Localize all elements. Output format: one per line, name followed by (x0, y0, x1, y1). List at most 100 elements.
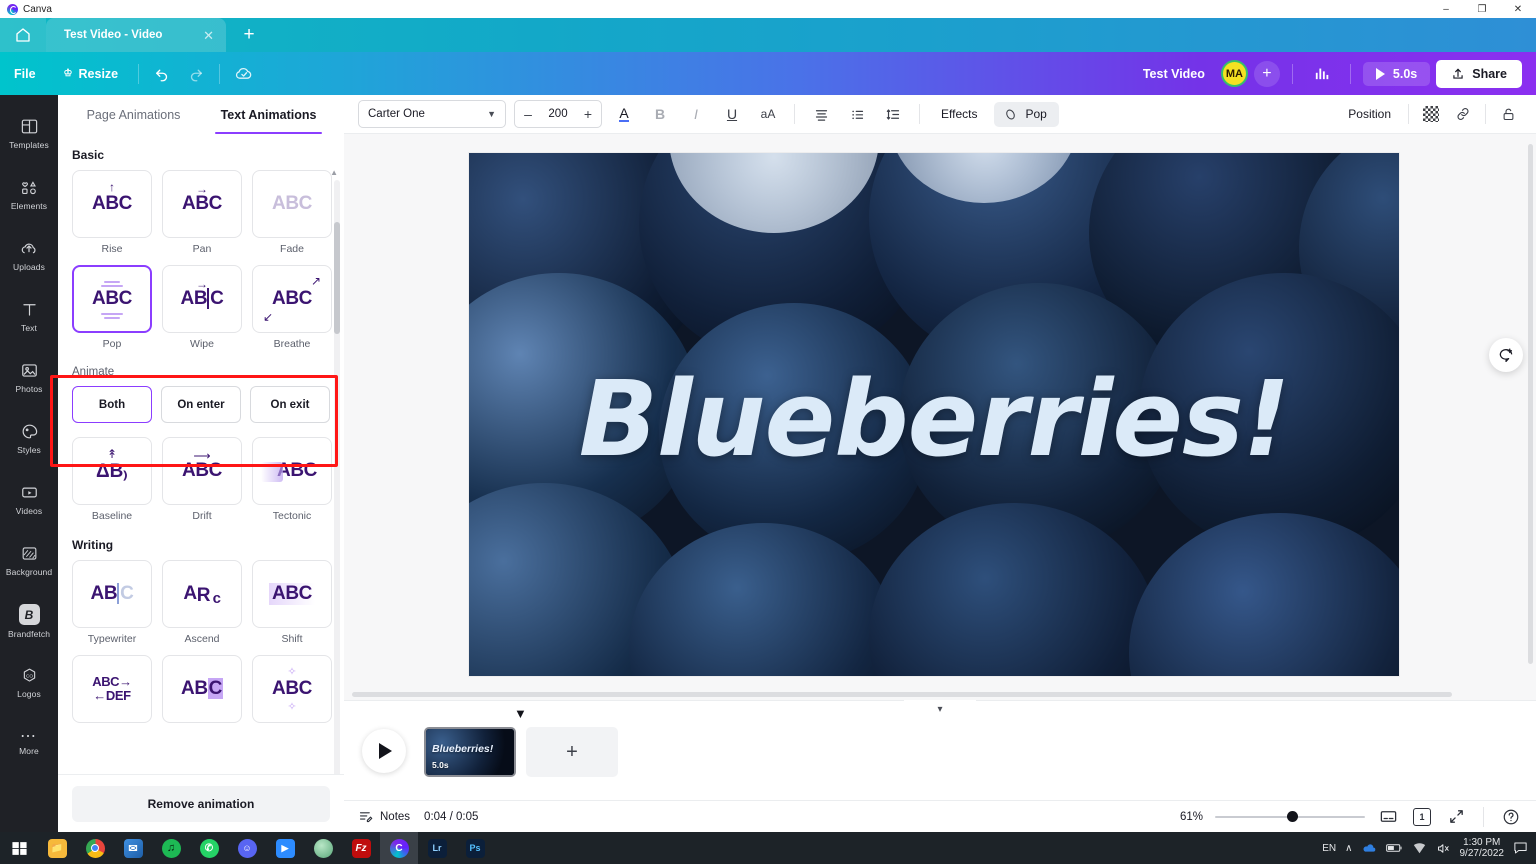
panel-scroll-area[interactable]: Basic ↑ ABC Rise → ABC Pan ABC Fade ABC … (58, 134, 344, 774)
scroll-up-arrow[interactable]: ▲ (330, 168, 338, 177)
taskbar-canva[interactable]: C (380, 832, 418, 864)
link-button[interactable] (1449, 100, 1477, 128)
taskbar-mail[interactable]: ✉ (114, 832, 152, 864)
tray-language[interactable]: EN (1322, 843, 1336, 854)
transparency-button[interactable] (1417, 100, 1445, 128)
animation-option-tectonic[interactable]: ABC Tectonic (252, 437, 332, 522)
close-button[interactable]: ✕ (1500, 0, 1536, 18)
taskbar-file-explorer[interactable]: 📁 (38, 832, 76, 864)
sidebar-item-styles[interactable]: Styles (0, 408, 58, 469)
taskbar-whatsapp[interactable]: ✆ (190, 832, 228, 864)
sidebar-item-background[interactable]: Background (0, 530, 58, 591)
sidebar-item-brandfetch[interactable]: B Brandfetch (0, 591, 58, 652)
canvas-headline-text[interactable]: Blueberries! (469, 367, 1399, 471)
remove-animation-button[interactable]: Remove animation (72, 785, 330, 822)
timeline-play-button[interactable] (362, 729, 406, 773)
animation-option-rise[interactable]: ↑ ABC Rise (72, 170, 152, 255)
animate-mode-on-exit[interactable]: On exit (250, 386, 330, 423)
share-button[interactable]: Share (1436, 59, 1522, 88)
redo-button[interactable] (179, 60, 213, 88)
letter-case-button[interactable]: aA (754, 100, 782, 128)
taskbar-spotify[interactable]: ♫ (152, 832, 190, 864)
effects-button[interactable]: Effects (932, 101, 986, 127)
tab-close-button[interactable]: ✕ (203, 29, 214, 42)
taskbar-zoom[interactable]: ▶ (266, 832, 304, 864)
timeline-collapse-button[interactable]: ▾ (904, 700, 976, 718)
add-collaborator-button[interactable]: + (1253, 60, 1280, 87)
scrollbar-thumb[interactable] (352, 692, 1452, 697)
new-tab-button[interactable]: + (226, 18, 272, 52)
notifications-icon[interactable] (1513, 841, 1528, 855)
wifi-icon[interactable] (1412, 842, 1427, 855)
align-button[interactable] (807, 100, 835, 128)
zoom-slider[interactable] (1215, 810, 1365, 824)
battery-icon[interactable] (1385, 842, 1403, 854)
timeline-page-thumbnail[interactable]: Blueberries! 5.0s (424, 727, 516, 777)
font-size-value[interactable]: 200 (541, 108, 575, 120)
animation-option-pop[interactable]: ABC Pop (72, 265, 152, 350)
tab-test-video[interactable]: Test Video - Video ✕ (46, 18, 226, 52)
tray-chevron-up-icon[interactable]: ∧ (1345, 843, 1352, 854)
animation-option-fade[interactable]: ABC Fade (252, 170, 332, 255)
taskbar-google-chrome[interactable] (76, 832, 114, 864)
animation-option-ascend[interactable]: AR c Ascend (162, 560, 242, 645)
scrollbar-thumb[interactable] (1528, 144, 1533, 664)
animate-mode-on-enter[interactable]: On enter (161, 386, 241, 423)
add-comment-button[interactable] (1489, 338, 1523, 372)
sidebar-item-photos[interactable]: Photos (0, 347, 58, 408)
underline-button[interactable]: U (718, 100, 746, 128)
italic-button[interactable]: I (682, 100, 710, 128)
sidebar-item-videos[interactable]: Videos (0, 469, 58, 530)
bold-button[interactable]: B (646, 100, 674, 128)
notes-button[interactable]: Notes (358, 809, 410, 824)
present-button[interactable] (1377, 806, 1399, 828)
sidebar-item-uploads[interactable]: Uploads (0, 225, 58, 286)
design-canvas[interactable]: Blueberries! (469, 153, 1399, 676)
panel-scrollbar[interactable]: ▲ ▼ (330, 168, 340, 774)
animation-option-burst[interactable]: ABC ✧ ✧ (252, 655, 332, 723)
font-size-increase-button[interactable]: + (575, 101, 601, 127)
pages-button[interactable]: 1 (1411, 805, 1434, 828)
taskbar-lightroom[interactable]: Lr (418, 832, 456, 864)
minimize-button[interactable]: – (1428, 0, 1464, 18)
preview-play-button[interactable]: 5.0s (1362, 61, 1431, 86)
sidebar-item-logos[interactable]: CO Logos (0, 652, 58, 713)
tab-page-animations[interactable]: Page Animations (66, 95, 201, 134)
font-size-decrease-button[interactable]: – (515, 101, 541, 127)
document-name[interactable]: Test Video (1133, 62, 1215, 86)
bullet-list-button[interactable] (843, 100, 871, 128)
lock-button[interactable] (1494, 100, 1522, 128)
file-menu-button[interactable]: File (0, 61, 50, 87)
volume-muted-icon[interactable] (1436, 842, 1451, 855)
sidebar-item-more[interactable]: ⋯ More (0, 713, 58, 774)
maximize-button[interactable]: ❐ (1464, 0, 1500, 18)
animation-option-typewriter[interactable]: AB C Typewriter (72, 560, 152, 645)
animation-option-merge[interactable]: ABC→ ←DEF (72, 655, 152, 723)
undo-button[interactable] (145, 60, 179, 88)
cloud-saved-button[interactable] (226, 59, 262, 89)
avatar[interactable]: MA (1220, 60, 1248, 87)
animation-option-block[interactable]: ABC (162, 655, 242, 723)
taskbar-discord[interactable]: ☺ (228, 832, 266, 864)
text-color-button[interactable]: A (610, 100, 638, 128)
animate-button[interactable]: Pop (994, 101, 1059, 127)
animation-option-wipe[interactable]: → AB C Wipe (162, 265, 242, 350)
canvas-vertical-scrollbar[interactable] (1528, 144, 1533, 684)
help-button[interactable] (1500, 806, 1522, 828)
sidebar-item-text[interactable]: Text (0, 286, 58, 347)
tab-text-animations[interactable]: Text Animations (201, 95, 336, 134)
taskbar-filezilla[interactable]: Fz (342, 832, 380, 864)
resize-button[interactable]: ♔ Resize (50, 61, 133, 87)
home-button[interactable] (0, 18, 46, 52)
animation-option-shift[interactable]: ABC Shift (252, 560, 332, 645)
canvas-horizontal-scrollbar[interactable] (352, 692, 1522, 697)
font-family-select[interactable]: Carter One ▼ (358, 100, 506, 128)
canvas-area[interactable]: Blueberries! (344, 134, 1536, 700)
animation-option-breathe[interactable]: ↗ ABC ↙ Breathe (252, 265, 332, 350)
taskbar-photoshop[interactable]: Ps (456, 832, 494, 864)
animation-option-baseline[interactable]: ↟ ΔB⁽ Baseline (72, 437, 152, 522)
sidebar-item-elements[interactable]: Elements (0, 164, 58, 225)
position-button[interactable]: Position (1339, 101, 1400, 127)
insights-button[interactable] (1305, 60, 1338, 87)
taskbar-clock[interactable]: 1:30 PM 9/27/2022 (1460, 837, 1505, 860)
